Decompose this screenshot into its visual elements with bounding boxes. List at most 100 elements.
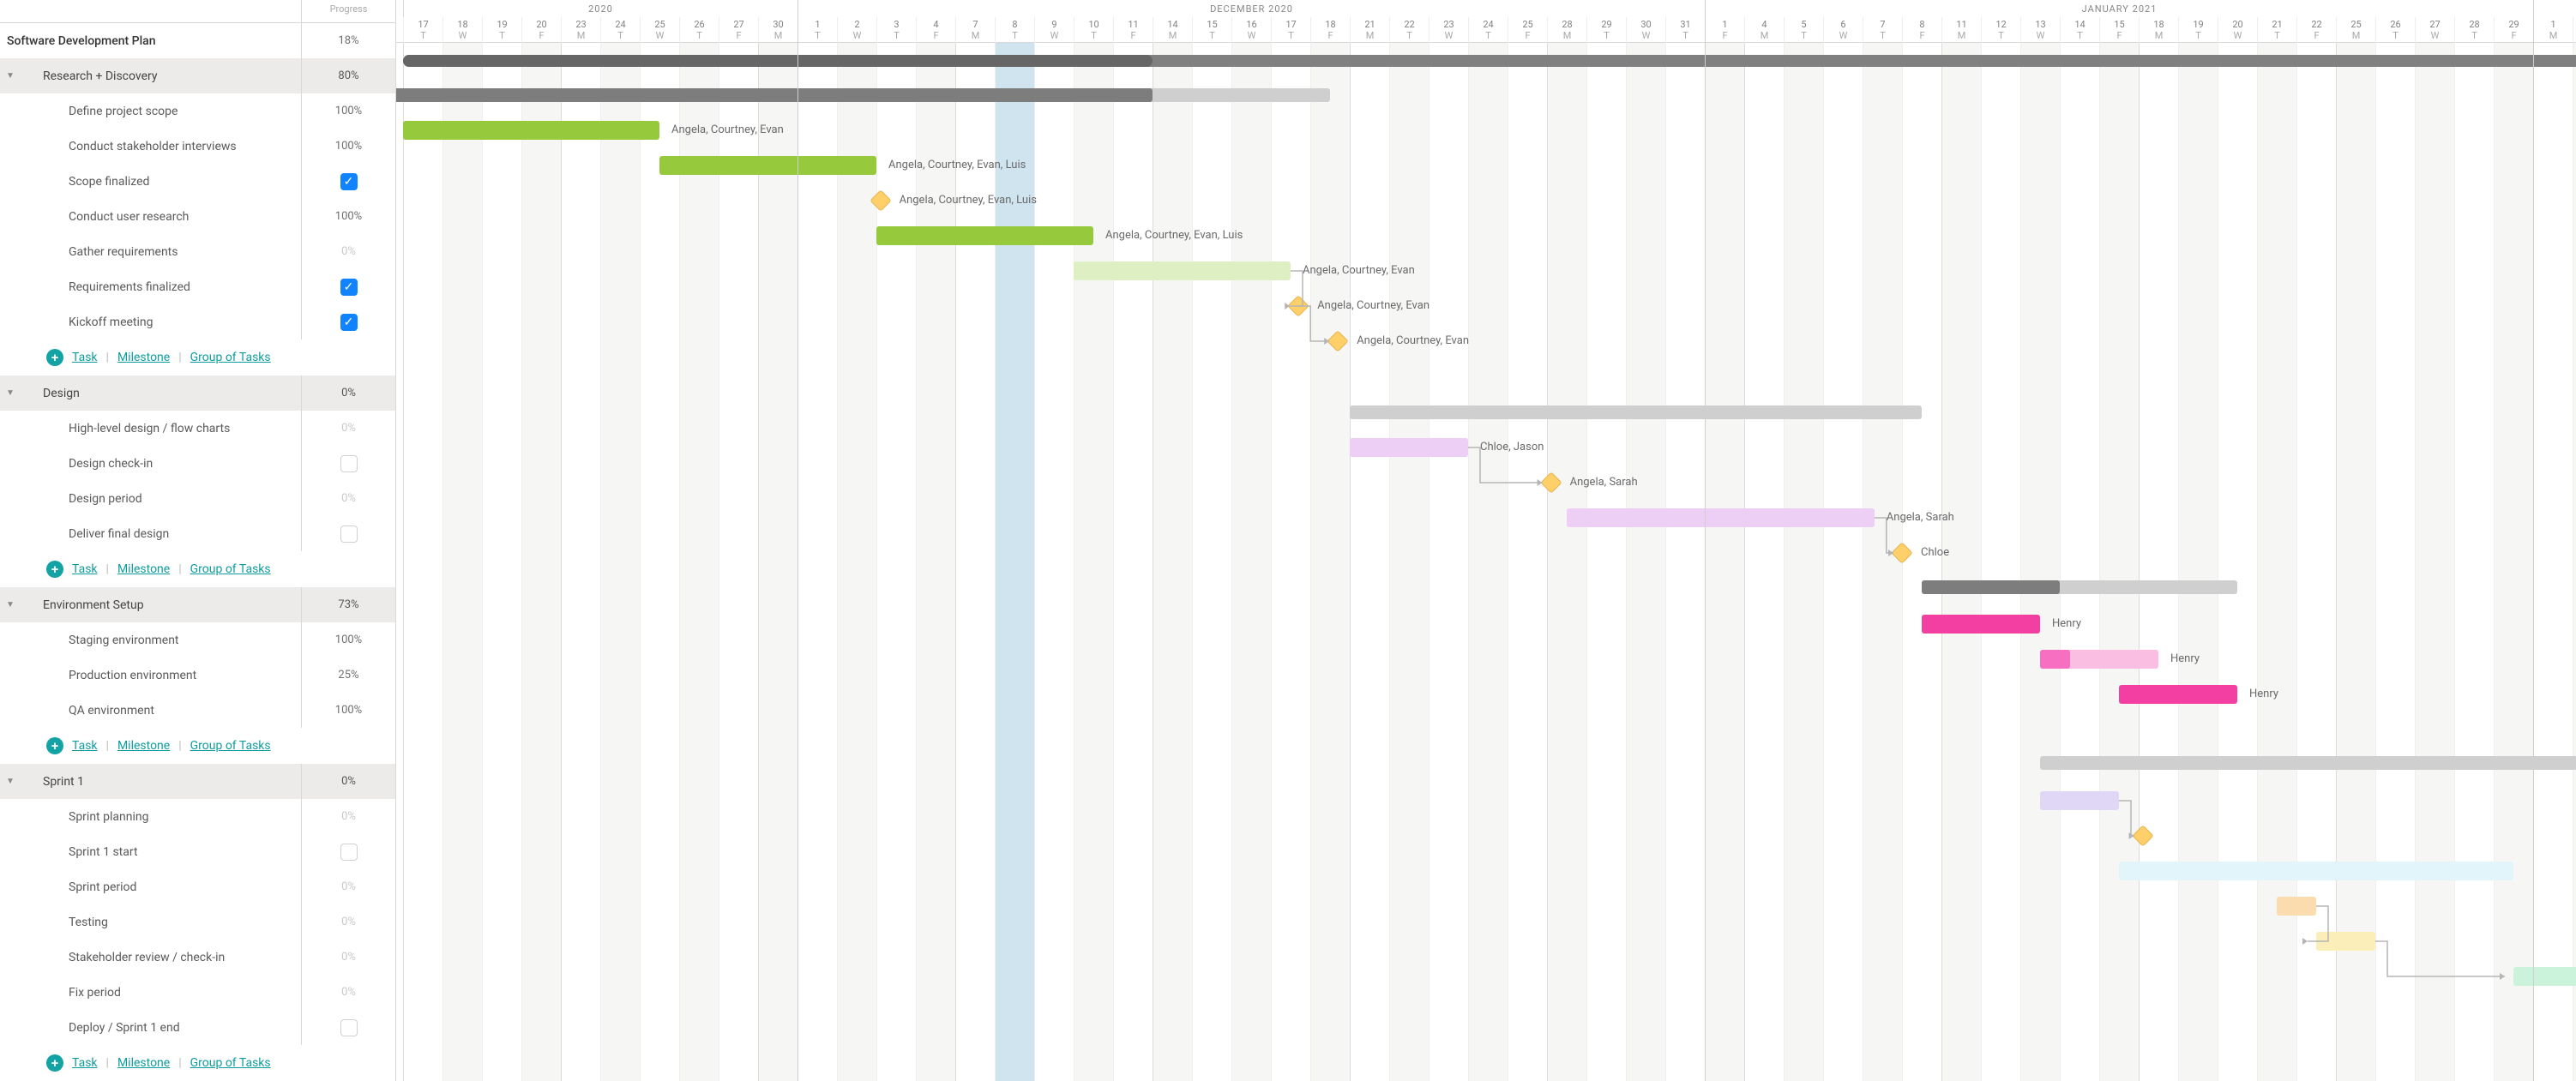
task-bar[interactable] (1567, 508, 1875, 527)
task-name[interactable]: Design check-in (69, 457, 153, 471)
scrollbar-thumb[interactable] (403, 55, 1153, 67)
task-name[interactable]: Define project scope (69, 105, 178, 118)
task-name[interactable]: Deploy / Sprint 1 end (69, 1021, 180, 1035)
add-task-link[interactable]: Task (72, 351, 98, 364)
milestone-checkbox[interactable]: ✓ (340, 279, 358, 296)
grid-column (2099, 43, 2139, 1081)
month-label: 2020 (403, 0, 797, 17)
grid-column (1744, 43, 1784, 1081)
task-name[interactable]: Conduct user research (69, 210, 189, 224)
summary-bar[interactable] (2040, 756, 2576, 770)
task-name[interactable]: High-level design / flow charts (69, 422, 230, 435)
assignee-label: Henry (2052, 617, 2081, 630)
add-milestone-link[interactable]: Milestone (117, 562, 170, 576)
task-bar[interactable] (403, 121, 659, 140)
task-bar[interactable] (659, 156, 876, 175)
task-name[interactable]: Requirements finalized (69, 280, 190, 294)
add-milestone-link[interactable]: Milestone (117, 739, 170, 753)
task-progress: 0% (341, 422, 356, 435)
day-header: 24T (1468, 17, 1508, 43)
group-progress: 73% (338, 598, 358, 611)
day-header: 14T (2060, 17, 2099, 43)
task-name[interactable]: Staging environment (69, 634, 179, 647)
task-bar[interactable] (1074, 261, 1291, 280)
add-icon[interactable]: + (46, 737, 63, 754)
add-milestone-link[interactable]: Milestone (117, 1056, 170, 1070)
grid-column (2060, 43, 2099, 1081)
day-header: 27W (2415, 17, 2454, 43)
summary-bar[interactable] (396, 88, 1330, 102)
chevron-down-icon[interactable]: ▼ (0, 600, 21, 610)
task-name[interactable]: Scope finalized (69, 175, 149, 189)
chevron-down-icon[interactable]: ▼ (0, 777, 21, 786)
add-task-link[interactable]: Task (72, 739, 98, 753)
task-name[interactable]: Fix period (69, 986, 121, 1000)
task-name[interactable]: Sprint 1 start (69, 845, 138, 859)
day-header: 26T (679, 17, 719, 43)
task-bar[interactable] (1922, 615, 2040, 634)
grid-column (797, 43, 837, 1081)
group-name[interactable]: Sprint 1 (43, 775, 84, 789)
task-name[interactable]: Sprint period (69, 880, 136, 894)
task-name[interactable]: Conduct stakeholder interviews (69, 140, 237, 153)
task-progress: 0% (341, 245, 356, 258)
chevron-down-icon[interactable]: ▼ (0, 388, 21, 398)
task-name[interactable]: QA environment (69, 704, 154, 718)
day-header: 6W (1823, 17, 1863, 43)
add-milestone-link[interactable]: Milestone (117, 351, 170, 364)
milestone-checkbox[interactable] (340, 455, 358, 472)
task-name[interactable]: Sprint planning (69, 810, 148, 824)
task-bar[interactable] (2040, 791, 2119, 810)
task-bar[interactable] (2316, 932, 2375, 951)
day-header: 23W (1429, 17, 1468, 43)
add-icon[interactable]: + (46, 349, 63, 366)
add-task-link[interactable]: Task (72, 562, 98, 576)
add-group-link[interactable]: Group of Tasks (190, 1056, 271, 1070)
task-name[interactable]: Deliver final design (69, 527, 169, 541)
task-name[interactable]: Design period (69, 492, 142, 506)
task-bar[interactable] (2513, 967, 2576, 986)
summary-bar[interactable] (1350, 405, 1922, 419)
task-bar[interactable] (2277, 897, 2316, 916)
group-name[interactable]: Research + Discovery (43, 69, 158, 83)
summary-bar[interactable] (1922, 580, 2237, 594)
grid-column (1350, 43, 1389, 1081)
milestone-checkbox[interactable] (340, 844, 358, 861)
timeline-panel[interactable]: 2020DECEMBER 2020JANUARY 202117T18W19T20… (396, 0, 2576, 1081)
day-header: 28M (1547, 17, 1586, 43)
task-bar[interactable] (2119, 862, 2513, 880)
day-header: 15T (1192, 17, 1231, 43)
group-name[interactable]: Environment Setup (43, 598, 144, 612)
chevron-down-icon[interactable]: ▼ (0, 71, 21, 81)
add-group-link[interactable]: Group of Tasks (190, 562, 271, 576)
day-header: 24T (600, 17, 640, 43)
milestone-checkbox[interactable] (340, 525, 358, 543)
add-task-link[interactable]: Task (72, 1056, 98, 1070)
task-name[interactable]: Stakeholder review / check-in (69, 951, 225, 964)
assignee-label: Chloe (1921, 546, 1949, 559)
timeline-scrollbar[interactable] (403, 55, 2576, 67)
task-bar[interactable] (1350, 438, 1468, 457)
task-bar[interactable] (2119, 685, 2237, 704)
milestone-checkbox[interactable]: ✓ (340, 173, 358, 190)
assignee-label: Angela, Courtney, Evan (1317, 299, 1429, 312)
grid-column (719, 43, 758, 1081)
task-name[interactable]: Testing (69, 916, 108, 929)
task-name[interactable]: Production environment (69, 669, 196, 682)
add-icon[interactable]: + (46, 561, 63, 578)
task-bar[interactable] (876, 226, 1093, 245)
task-name[interactable]: Gather requirements (69, 245, 178, 259)
milestone-checkbox[interactable]: ✓ (340, 314, 358, 331)
add-icon[interactable]: + (46, 1054, 63, 1072)
milestone-checkbox[interactable] (340, 1019, 358, 1036)
plan-title[interactable]: Software Development Plan (7, 34, 156, 48)
task-bar[interactable] (2040, 650, 2158, 669)
task-name[interactable]: Kickoff meeting (69, 315, 153, 329)
add-group-link[interactable]: Group of Tasks (190, 351, 271, 364)
grid-column (1863, 43, 1902, 1081)
grid-column (2454, 43, 2494, 1081)
grid-column (758, 43, 797, 1081)
add-group-link[interactable]: Group of Tasks (190, 739, 271, 753)
group-name[interactable]: Design (43, 387, 80, 400)
day-header: 9W (1034, 17, 1074, 43)
